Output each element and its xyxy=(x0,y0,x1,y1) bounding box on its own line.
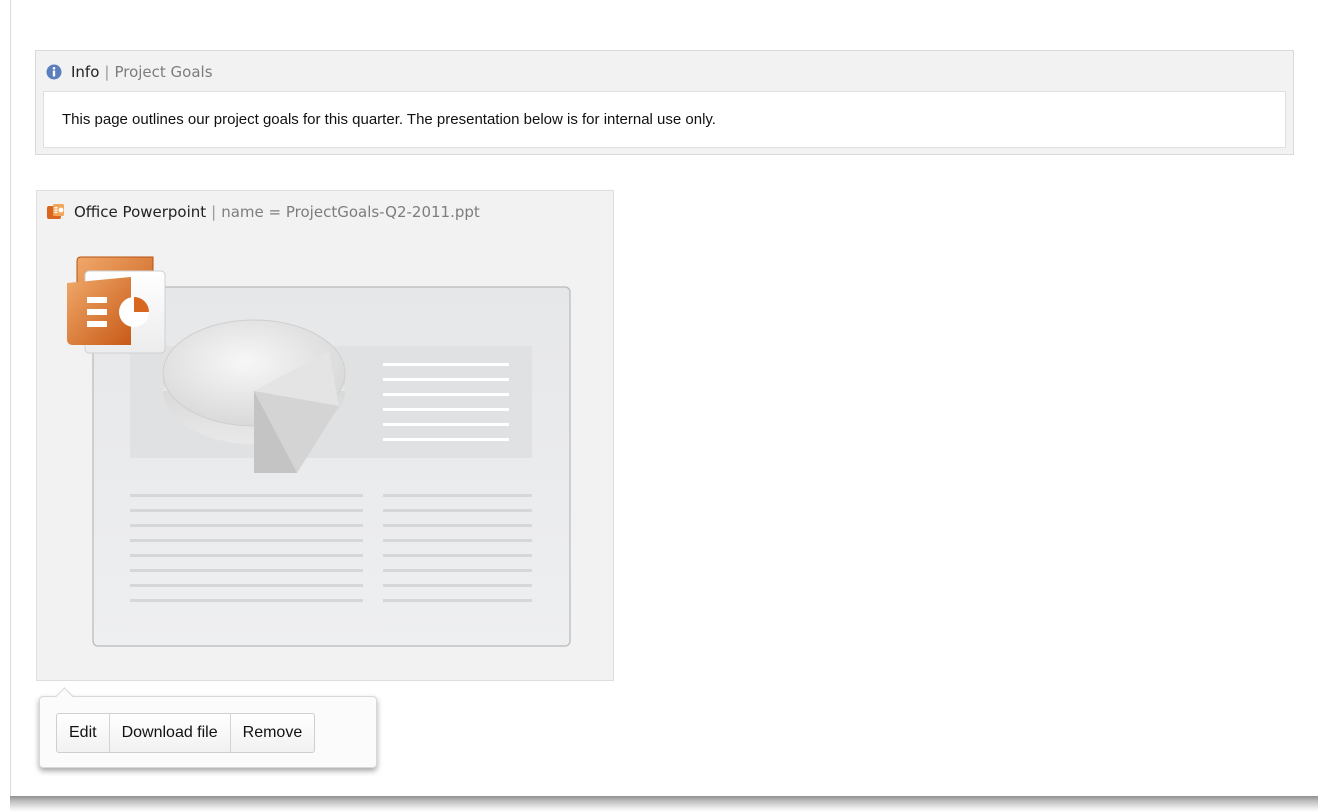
powerpoint-placeholder xyxy=(67,256,571,647)
edit-button[interactable]: Edit xyxy=(57,714,110,752)
download-file-button[interactable]: Download file xyxy=(110,714,231,752)
info-macro-param: Project Goals xyxy=(114,63,213,81)
info-macro-title: Info xyxy=(71,63,100,81)
page-bottom-shadow xyxy=(10,796,1318,812)
info-macro-separator: | xyxy=(104,63,110,81)
powerpoint-large-icon xyxy=(67,256,166,354)
macro-toolbar-popup: Edit Download file Remove xyxy=(39,687,377,768)
remove-button[interactable]: Remove xyxy=(231,714,315,752)
info-macro-body[interactable]: This page outlines our project goals for… xyxy=(43,91,1286,148)
info-macro[interactable]: Info | Project Goals This page outlines … xyxy=(35,50,1294,155)
info-macro-header: Info | Project Goals xyxy=(46,61,213,83)
powerpoint-macro[interactable]: Office Powerpoint | name = ProjectGoals-… xyxy=(36,190,614,681)
info-circle-icon xyxy=(46,64,62,80)
macro-toolbar-buttons: Edit Download file Remove xyxy=(56,713,316,753)
